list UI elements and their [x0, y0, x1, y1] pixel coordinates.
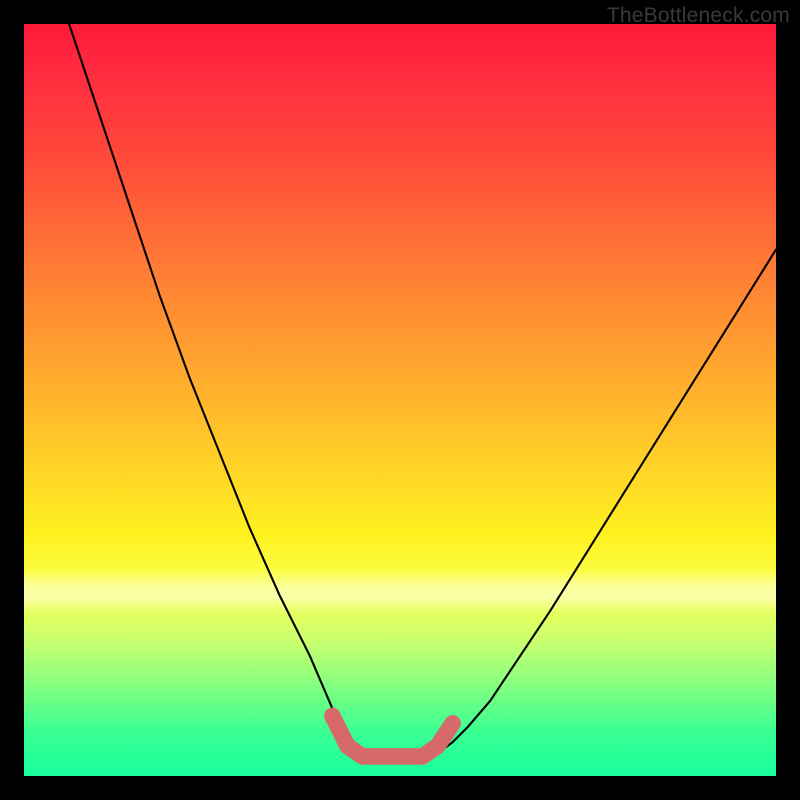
bottom-highlight — [332, 716, 452, 757]
chart-frame: TheBottleneck.com — [0, 0, 800, 800]
plot-area — [24, 24, 776, 776]
curves-layer — [24, 24, 776, 776]
right-curve — [438, 250, 776, 754]
left-curve — [69, 24, 362, 753]
